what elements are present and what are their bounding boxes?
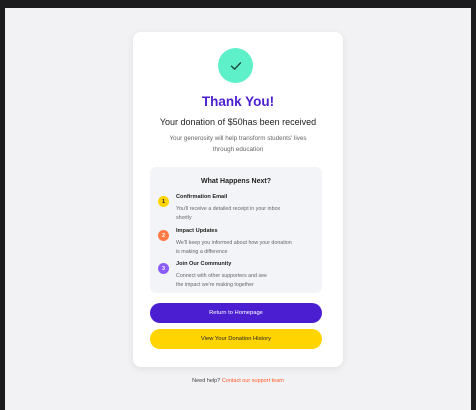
confirmation-card: Thank You! Your donation of $50has been … xyxy=(133,32,343,367)
gratitude-line-2: through education xyxy=(212,146,264,153)
success-badge xyxy=(218,48,253,83)
step-title: Impact Updates xyxy=(176,228,218,234)
page-viewport: Thank You! Your donation of $50has been … xyxy=(5,8,471,410)
gratitude-message: Your generosity will help transform stud… xyxy=(153,133,323,155)
step-title: Confirmation Email xyxy=(176,194,228,200)
step-description-line: Connect with other supporters and see xyxy=(176,273,267,279)
gratitude-line-1: Your generosity will help transform stud… xyxy=(169,135,307,142)
step-description-line: is making a difference xyxy=(176,248,228,255)
check-icon xyxy=(230,61,241,70)
step-description-line: You'll receive a detailed receipt in you… xyxy=(176,206,281,212)
step-number-badge: 3 xyxy=(158,263,169,274)
step-description: Connect with other supporters and see th… xyxy=(176,272,314,289)
help-text: Need help? xyxy=(192,378,221,384)
help-footer: Need help? Contact our support team xyxy=(5,378,471,384)
step-description-line: the impact we're making together xyxy=(176,281,254,288)
step-description-line: We'll keep you informed about how your d… xyxy=(176,240,292,246)
next-steps-panel: What Happens Next? 1 Confirmation Email … xyxy=(150,167,322,293)
step-description-line: shortly xyxy=(176,214,192,221)
donation-amount-message: Your donation of $50has been received xyxy=(159,117,317,127)
step-description: You'll receive a detailed receipt in you… xyxy=(176,205,314,222)
return-home-button[interactable]: Return to Homepage xyxy=(150,303,322,323)
donation-history-button[interactable]: View Your Donation History xyxy=(150,329,322,349)
step-title: Join Our Community xyxy=(176,261,232,267)
page-title: Thank You! xyxy=(201,94,275,109)
support-link[interactable]: Contact our support team xyxy=(222,378,284,384)
next-steps-title: What Happens Next? xyxy=(200,178,271,185)
step-number-badge: 2 xyxy=(158,230,169,241)
step-description: We'll keep you informed about how your d… xyxy=(176,239,314,256)
step-number-badge: 1 xyxy=(158,196,169,207)
